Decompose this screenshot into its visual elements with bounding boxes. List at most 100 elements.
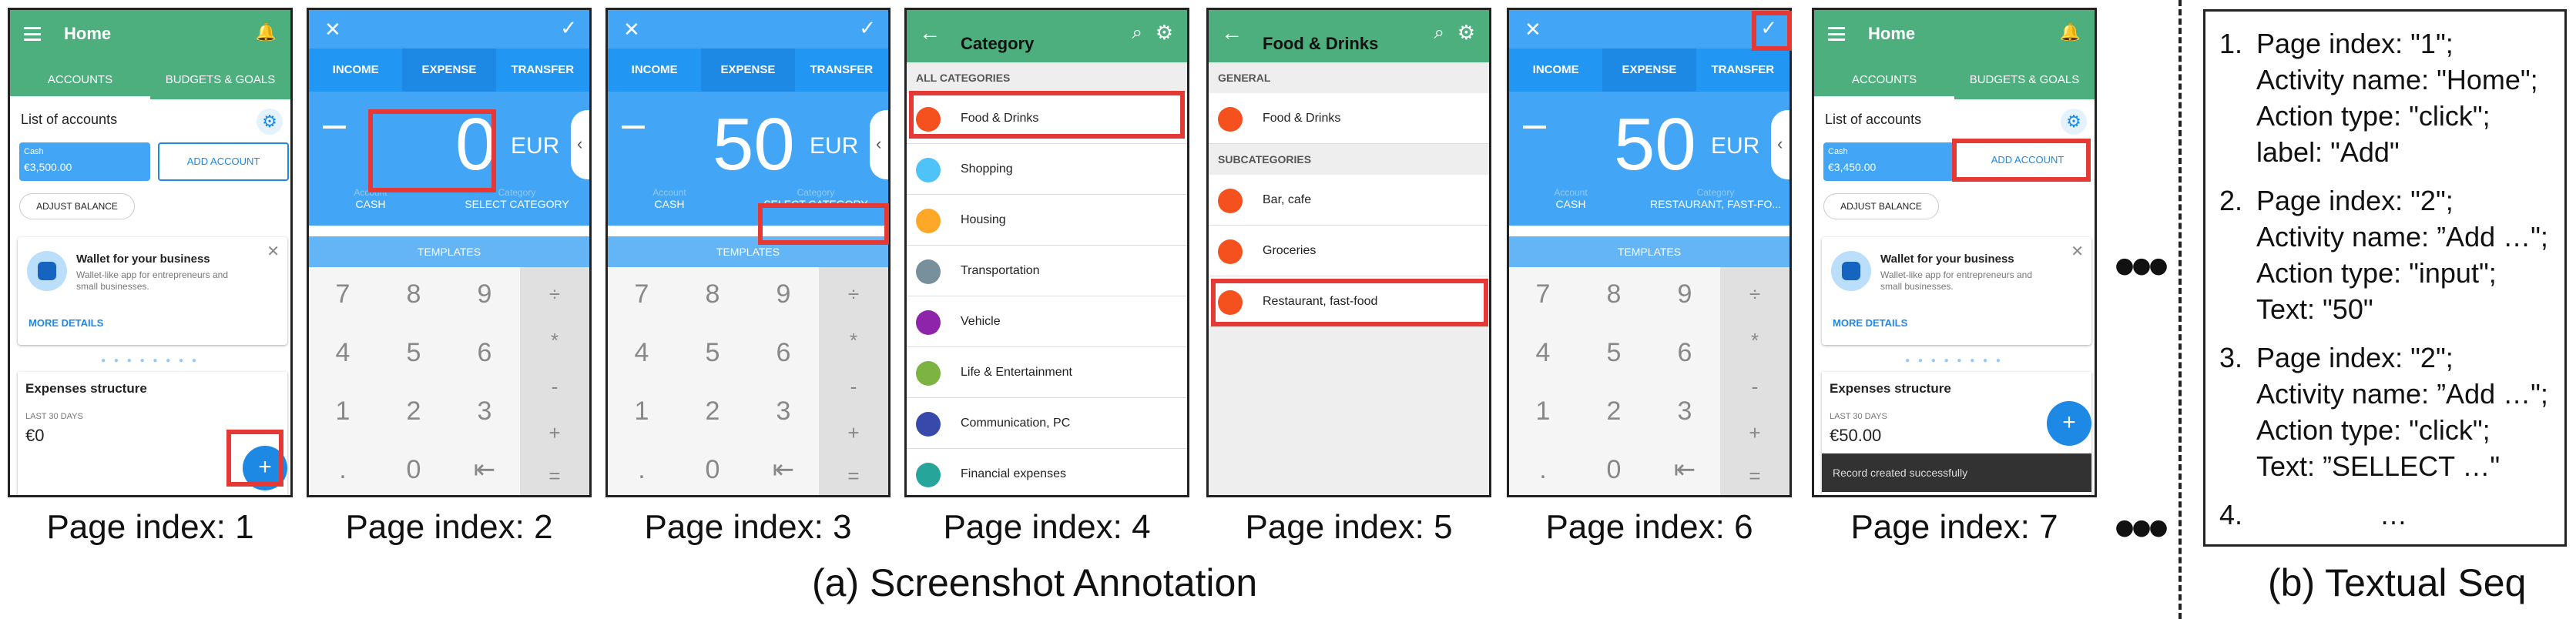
category-value[interactable]: RESTAURANT, FAST-FO... bbox=[1640, 198, 1789, 210]
tab-expense[interactable]: EXPENSE bbox=[402, 49, 496, 92]
tab-income[interactable]: INCOME bbox=[309, 49, 402, 92]
tab-transfer[interactable]: TRANSFER bbox=[795, 49, 888, 92]
check-icon[interactable]: ✓ bbox=[859, 16, 876, 40]
key[interactable]: 9 bbox=[750, 267, 817, 321]
templates-bar[interactable]: TEMPLATES bbox=[1509, 236, 1789, 267]
account-value[interactable]: CASH bbox=[1524, 198, 1617, 210]
add-account-button[interactable]: ADD ACCOUNT bbox=[158, 142, 289, 181]
key[interactable]: 9 bbox=[451, 267, 518, 321]
search-icon[interactable]: ⌕ bbox=[1132, 22, 1142, 44]
more-details-link[interactable]: MORE DETAILS bbox=[29, 317, 103, 329]
back-arrow-icon[interactable]: ← bbox=[1221, 21, 1243, 45]
equals-key[interactable]: = bbox=[520, 449, 589, 495]
list-item[interactable]: Financial expenses bbox=[907, 449, 1187, 495]
key[interactable]: 6 bbox=[1651, 326, 1719, 380]
key[interactable]: . bbox=[608, 443, 676, 495]
close-icon[interactable]: ✕ bbox=[324, 18, 341, 42]
backspace-key[interactable]: ⇤ bbox=[451, 443, 518, 495]
list-item[interactable]: Life & Entertainment bbox=[907, 347, 1187, 398]
tab-income[interactable]: INCOME bbox=[1509, 49, 1602, 92]
adjust-balance-button[interactable]: ADJUST BALANCE bbox=[19, 193, 135, 219]
key[interactable]: 8 bbox=[380, 267, 448, 321]
list-item[interactable]: Bar, cafe bbox=[1209, 175, 1489, 226]
gear-icon[interactable]: ⚙ bbox=[1457, 21, 1475, 45]
key[interactable]: 5 bbox=[679, 326, 746, 380]
list-item[interactable]: Housing bbox=[907, 195, 1187, 246]
tab-income[interactable]: INCOME bbox=[608, 49, 701, 92]
check-icon[interactable]: ✓ bbox=[560, 16, 577, 40]
tab-expense[interactable]: EXPENSE bbox=[1602, 49, 1696, 92]
key[interactable]: 1 bbox=[1509, 384, 1577, 438]
adjust-balance-button[interactable]: ADJUST BALANCE bbox=[1823, 193, 1939, 219]
search-icon[interactable]: ⌕ bbox=[1434, 22, 1444, 44]
key[interactable]: 0 bbox=[679, 443, 746, 495]
account-value[interactable]: CASH bbox=[324, 198, 417, 210]
category-value[interactable]: SELECT CATEGORY bbox=[448, 198, 586, 210]
key[interactable]: . bbox=[1509, 443, 1577, 495]
gear-icon[interactable]: ⚙ bbox=[2061, 109, 2087, 135]
amount-input[interactable]: 50 bbox=[1614, 102, 1696, 187]
close-icon[interactable]: ✕ bbox=[2071, 242, 2084, 261]
tab-transfer[interactable]: TRANSFER bbox=[496, 49, 589, 92]
list-item[interactable]: Groceries bbox=[1209, 226, 1489, 276]
key[interactable]: . bbox=[309, 443, 377, 495]
key[interactable]: 0 bbox=[380, 443, 448, 495]
tab-budgets-goals[interactable]: BUDGETS & GOALS bbox=[1954, 73, 2095, 86]
tab-accounts[interactable]: ACCOUNTS bbox=[1814, 73, 1954, 86]
account-value[interactable]: CASH bbox=[623, 198, 716, 210]
menu-icon[interactable] bbox=[24, 27, 41, 41]
close-icon[interactable]: ✕ bbox=[1524, 18, 1541, 42]
key[interactable]: 6 bbox=[451, 326, 518, 380]
tab-accounts[interactable]: ACCOUNTS bbox=[10, 73, 150, 86]
backspace-key[interactable]: ⇤ bbox=[1651, 443, 1719, 495]
account-card-cash[interactable]: Cash €3,450.00 bbox=[1823, 142, 1954, 181]
key[interactable]: 8 bbox=[1580, 267, 1648, 321]
back-arrow-icon[interactable]: ← bbox=[919, 21, 941, 45]
key[interactable]: 6 bbox=[750, 326, 817, 380]
gear-icon[interactable]: ⚙ bbox=[1156, 21, 1173, 45]
key[interactable]: 4 bbox=[309, 326, 377, 380]
key[interactable]: 3 bbox=[750, 384, 817, 438]
key[interactable]: 3 bbox=[1651, 384, 1719, 438]
gear-icon[interactable]: ⚙ bbox=[257, 109, 283, 135]
list-item[interactable]: Transportation bbox=[907, 246, 1187, 296]
key[interactable]: 3 bbox=[451, 384, 518, 438]
key[interactable]: 7 bbox=[608, 267, 676, 321]
chevron-left-icon[interactable]: ‹ bbox=[1771, 110, 1789, 179]
templates-bar[interactable]: TEMPLATES bbox=[309, 236, 589, 267]
key[interactable]: 2 bbox=[380, 384, 448, 438]
list-item[interactable]: Food & Drinks bbox=[1209, 93, 1489, 144]
key[interactable]: 0 bbox=[1580, 443, 1648, 495]
key[interactable]: 9 bbox=[1651, 267, 1719, 321]
tab-transfer[interactable]: TRANSFER bbox=[1696, 49, 1789, 92]
close-icon[interactable]: ✕ bbox=[267, 242, 280, 261]
add-record-fab[interactable]: + bbox=[2047, 401, 2091, 446]
key[interactable]: 2 bbox=[679, 384, 746, 438]
backspace-key[interactable]: ⇤ bbox=[750, 443, 817, 495]
equals-key[interactable]: = bbox=[1720, 449, 1789, 495]
list-item[interactable]: Shopping bbox=[907, 144, 1187, 195]
key[interactable]: 7 bbox=[1509, 267, 1577, 321]
tab-expense[interactable]: EXPENSE bbox=[701, 49, 795, 92]
close-icon[interactable]: ✕ bbox=[623, 18, 640, 42]
more-details-link[interactable]: MORE DETAILS bbox=[1833, 317, 1907, 329]
list-item[interactable]: Vehicle bbox=[907, 296, 1187, 347]
chevron-left-icon[interactable]: ‹ bbox=[870, 110, 888, 179]
key[interactable]: 8 bbox=[679, 267, 746, 321]
menu-icon[interactable] bbox=[1828, 27, 1845, 41]
bell-icon[interactable]: 🔔 bbox=[256, 22, 277, 42]
key[interactable]: 5 bbox=[1580, 326, 1648, 380]
key[interactable]: 4 bbox=[1509, 326, 1577, 380]
key[interactable]: 4 bbox=[608, 326, 676, 380]
equals-key[interactable]: = bbox=[819, 449, 888, 495]
account-card-cash[interactable]: Cash €3,500.00 bbox=[19, 142, 150, 181]
key[interactable]: 2 bbox=[1580, 384, 1648, 438]
bell-icon[interactable]: 🔔 bbox=[2060, 22, 2081, 42]
key[interactable]: 1 bbox=[608, 384, 676, 438]
key[interactable]: 1 bbox=[309, 384, 377, 438]
key[interactable]: 5 bbox=[380, 326, 448, 380]
chevron-left-icon[interactable]: ‹ bbox=[571, 110, 589, 179]
key[interactable]: 7 bbox=[309, 267, 377, 321]
list-item[interactable]: Communication, PC bbox=[907, 398, 1187, 449]
tab-budgets-goals[interactable]: BUDGETS & GOALS bbox=[150, 73, 290, 86]
